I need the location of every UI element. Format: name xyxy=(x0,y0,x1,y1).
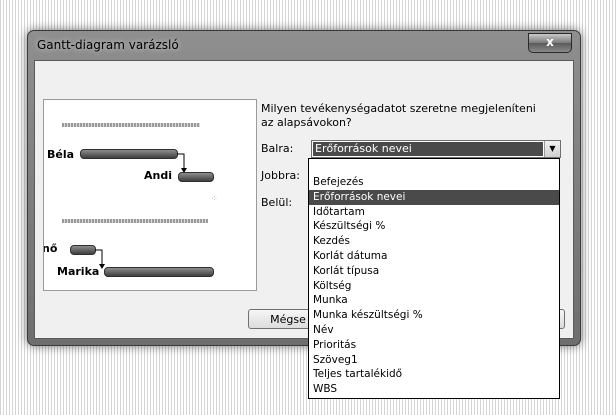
left-label: Balra: xyxy=(261,142,294,155)
resource-label: Andi xyxy=(144,169,172,182)
task-bar xyxy=(178,172,214,182)
summary-bar xyxy=(62,123,200,127)
question-text: Milyen tevékenységadatot szeretne megjel… xyxy=(261,102,536,129)
gantt-preview: Béla Andi ⁘ nő Marika xyxy=(43,99,257,291)
milestone-icon: ⁘ xyxy=(211,194,218,203)
task-bar xyxy=(80,149,178,159)
task-bar xyxy=(104,267,214,277)
dropdown-item[interactable]: Név xyxy=(309,323,559,338)
dropdown-item[interactable]: Korlát típusa xyxy=(309,264,559,279)
dropdown-item[interactable]: Korlát dátuma xyxy=(309,249,559,264)
dropdown-item[interactable]: Készültségi % xyxy=(309,219,559,234)
dropdown-item[interactable]: Munka xyxy=(309,293,559,308)
resource-label: nő xyxy=(43,242,58,255)
dropdown-item[interactable]: Időtartam xyxy=(309,205,559,220)
right-label: Jobbra: xyxy=(261,169,300,182)
inside-label: Belül: xyxy=(261,196,293,209)
dropdown-item[interactable]: WBS xyxy=(309,382,559,397)
summary-bar xyxy=(62,219,208,223)
resource-label: Marika xyxy=(57,265,100,278)
dropdown-item[interactable]: Prioritás xyxy=(309,338,559,353)
dropdown-list: Befejezés Erőforrások nevei Időtartam Készü… xyxy=(308,158,560,399)
task-bar xyxy=(70,245,96,255)
dropdown-blank-item[interactable] xyxy=(309,159,559,175)
left-select[interactable]: Erőforrások nevei ▼ xyxy=(311,140,561,158)
dropdown-item[interactable]: Munka készültségi % xyxy=(309,308,559,323)
resource-label: Béla xyxy=(47,148,75,161)
dropdown-item[interactable]: Kezdés xyxy=(309,234,559,249)
title-bar[interactable]: Gantt-diagram varázsló x xyxy=(28,31,580,59)
chevron-down-icon[interactable]: ▼ xyxy=(544,141,560,157)
dropdown-items: Befejezés Erőforrások nevei Időtartam Készü… xyxy=(309,175,559,397)
dropdown-item[interactable]: Befejezés xyxy=(309,175,559,190)
close-button[interactable]: x xyxy=(528,33,572,53)
dropdown-item[interactable]: Teljes tartalékidő xyxy=(309,367,559,382)
dropdown-item[interactable]: Költség xyxy=(309,279,559,294)
left-select-value: Erőforrások nevei xyxy=(313,142,543,156)
window-title: Gantt-diagram varázsló xyxy=(37,38,179,52)
dropdown-item[interactable]: Erőforrások nevei xyxy=(309,189,559,205)
dropdown-item[interactable]: Szöveg1 xyxy=(309,353,559,368)
